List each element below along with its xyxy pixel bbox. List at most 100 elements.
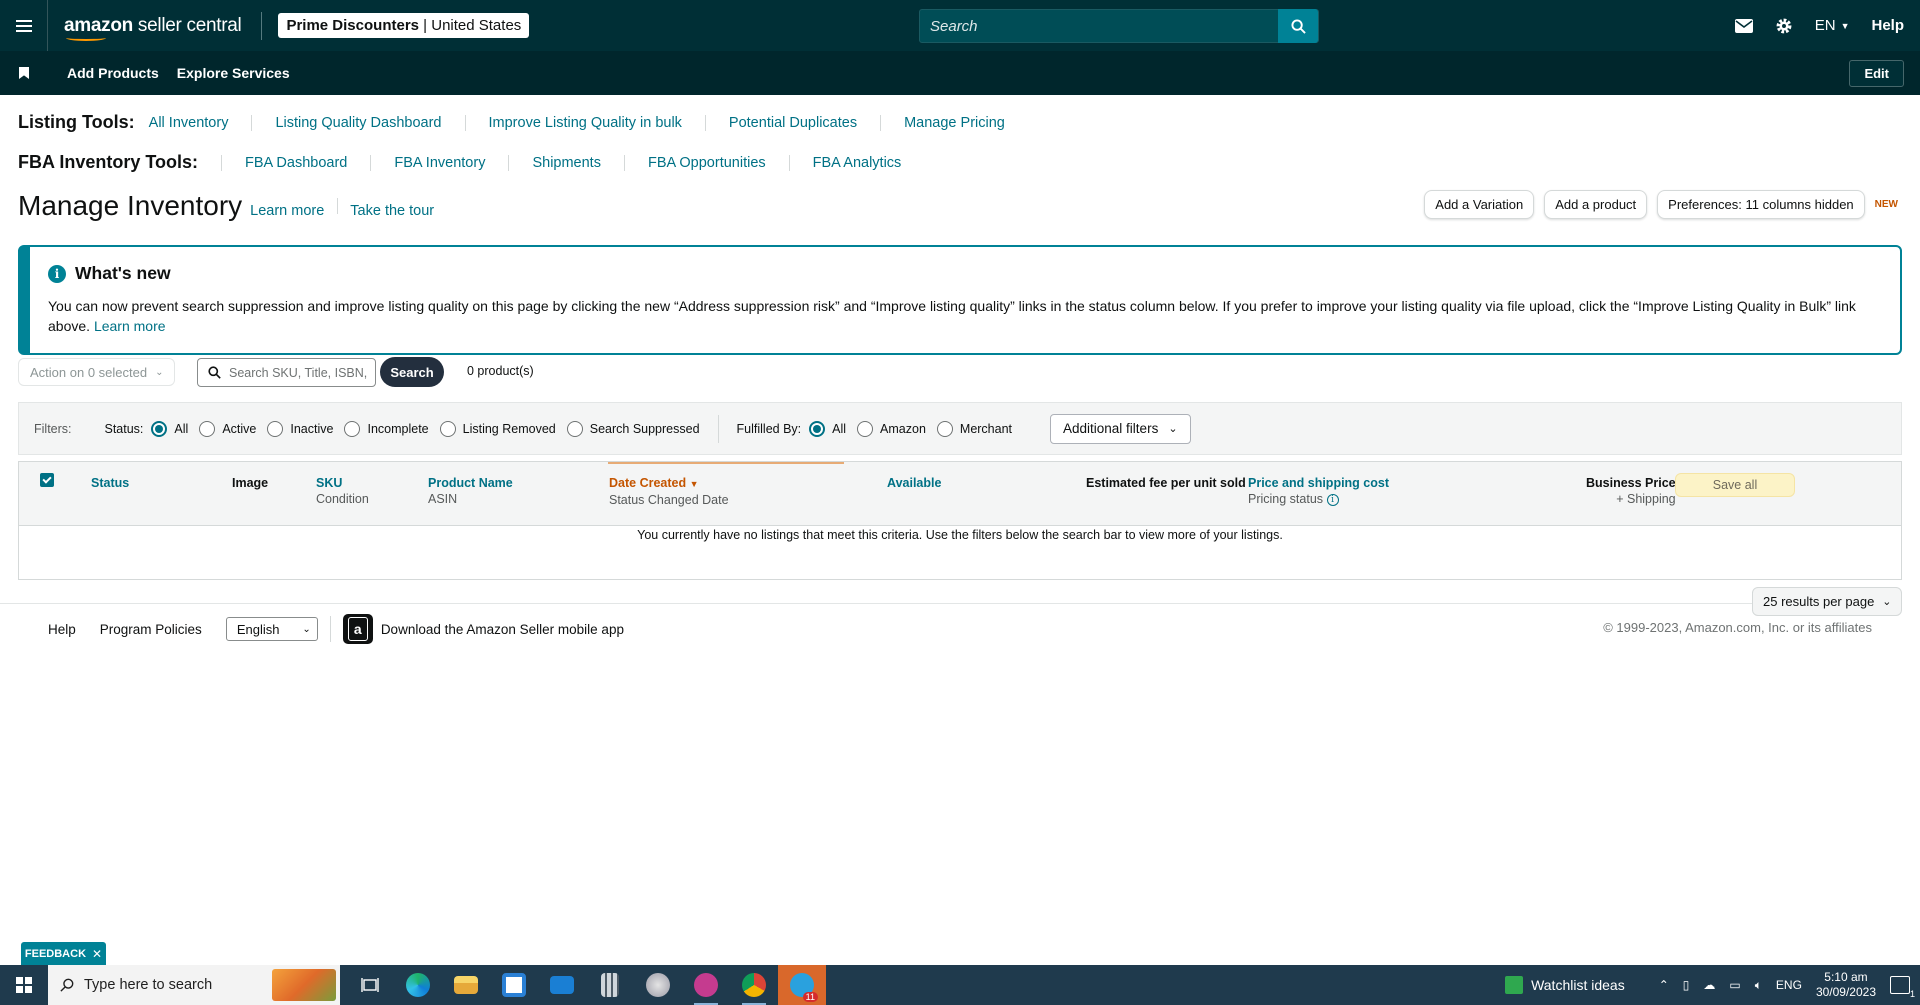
windows-start-button[interactable] [0, 965, 48, 1005]
add-product-button[interactable]: Add a product [1544, 190, 1648, 219]
status-radio-all[interactable] [151, 420, 168, 437]
link-improve-listing-quality-bulk[interactable]: Improve Listing Quality in bulk [464, 114, 705, 131]
bulk-action-select[interactable]: Action on 0 selected ⌄ [18, 358, 175, 386]
mail-app-icon[interactable] [538, 965, 586, 1005]
listing-tools-row: Listing Tools: All Inventory Listing Qua… [18, 112, 1028, 133]
status-radio-search-suppressed[interactable] [566, 420, 583, 437]
col-status[interactable]: Status [91, 475, 129, 491]
page-title: Manage Inventory [18, 190, 243, 221]
download-app-link[interactable]: Download the Amazon Seller mobile app [381, 622, 624, 637]
chevron-down-icon: ⌄ [155, 366, 164, 378]
link-shipments[interactable]: Shipments [508, 154, 624, 171]
task-view-icon[interactable] [346, 965, 394, 1005]
filters-bar: Filters: Status: All Active Inactive Inc… [18, 402, 1902, 455]
col-estimated-fee: Estimated fee per unit sold [1086, 476, 1246, 490]
calculator-icon[interactable] [586, 965, 634, 1005]
footer-help-link[interactable]: Help [48, 622, 76, 637]
take-tour-link[interactable]: Take the tour [350, 203, 434, 219]
fba-tools-row: FBA Inventory Tools: FBA Dashboard FBA I… [18, 152, 924, 173]
link-all-inventory[interactable]: All Inventory [149, 115, 252, 131]
status-radio-listing-removed[interactable] [439, 420, 456, 437]
edit-nav-button[interactable]: Edit [1849, 60, 1904, 87]
inventory-search-button[interactable]: Search [380, 357, 444, 387]
whats-new-learn-more[interactable]: Learn more [94, 318, 166, 334]
language-selector[interactable]: EN ▼ [1815, 17, 1850, 34]
nav-add-products[interactable]: Add Products [67, 65, 159, 81]
select-all-checkbox[interactable] [40, 473, 54, 487]
chevron-down-icon: ⌄ [302, 623, 311, 635]
bookmark-icon[interactable] [19, 67, 29, 79]
table-header: Status Image SKU Condition Product Name AS… [19, 462, 1901, 526]
save-all-button[interactable]: Save all [1675, 473, 1795, 497]
link-potential-duplicates[interactable]: Potential Duplicates [704, 114, 880, 131]
clock[interactable]: 5:10 am 30/09/2023 [1816, 970, 1876, 1000]
col-available[interactable]: Available [887, 475, 941, 491]
gear-icon[interactable] [1775, 17, 1793, 35]
wps-office-icon[interactable] [682, 965, 730, 1005]
windows-logo-icon [16, 977, 32, 993]
fulfilled-radio-all[interactable] [809, 420, 826, 437]
network-icon[interactable]: ▭ [1729, 978, 1740, 992]
file-explorer-icon[interactable] [442, 965, 490, 1005]
footer-language-select[interactable]: English ⌄ [225, 617, 318, 641]
nav-explore-services[interactable]: Explore Services [177, 65, 290, 81]
add-variation-button[interactable]: Add a Variation [1424, 190, 1535, 219]
header-buttons: Add a Variation Add a product Preference… [1424, 190, 1898, 219]
chevron-up-icon[interactable]: ⌃ [1659, 978, 1669, 992]
preferences-button[interactable]: Preferences: 11 columns hidden [1657, 190, 1865, 219]
filters-label: Filters: [34, 421, 72, 436]
search-highlight-image [272, 969, 336, 1001]
global-search-button[interactable] [1278, 9, 1318, 43]
fulfilled-radio-amazon[interactable] [857, 420, 874, 437]
sub-nav: Add Products Explore Services Edit [0, 51, 1920, 95]
menu-icon[interactable] [0, 0, 48, 51]
link-fba-opportunities[interactable]: FBA Opportunities [623, 154, 789, 171]
edge-browser-icon[interactable] [394, 965, 442, 1005]
status-radio-incomplete[interactable] [344, 420, 361, 437]
account-switcher[interactable]: Prime Discounters | United States [278, 13, 530, 38]
seller-central-logo[interactable]: amazon seller central [64, 15, 242, 41]
help-link[interactable]: Help [1871, 17, 1904, 34]
additional-filters-button[interactable]: Additional filters ⌄ [1050, 413, 1191, 444]
learn-more-link[interactable]: Learn more [250, 203, 324, 219]
col-sku[interactable]: SKU Condition [316, 475, 369, 507]
device-icon[interactable]: ▯ [1683, 978, 1690, 992]
chevron-down-icon: ▼ [1840, 20, 1850, 31]
close-icon[interactable]: ✕ [92, 947, 102, 961]
col-product-name[interactable]: Product Name ASIN [428, 475, 513, 507]
results-per-page-select[interactable]: 25 results per page ⌄ [1752, 587, 1902, 616]
seller-app-icon[interactable]: a [342, 614, 373, 644]
status-radio-active[interactable] [199, 420, 216, 437]
info-icon[interactable]: i [1326, 493, 1339, 506]
link-fba-inventory[interactable]: FBA Inventory [370, 154, 508, 171]
link-listing-quality-dashboard[interactable]: Listing Quality Dashboard [251, 114, 464, 131]
page-header: Manage Inventory Learn more Take the tou… [18, 190, 434, 222]
cloud-icon[interactable]: ☁ [1703, 978, 1715, 992]
sku-search [197, 358, 376, 387]
notification-icon[interactable]: 1 [1890, 976, 1915, 999]
sku-search-input[interactable] [229, 365, 374, 380]
footer-policies-link[interactable]: Program Policies [100, 622, 202, 637]
col-price-shipping[interactable]: Price and shipping cost Pricing status i [1248, 475, 1389, 507]
chrome-browser-icon[interactable] [730, 965, 778, 1005]
microsoft-store-icon[interactable] [490, 965, 538, 1005]
link-fba-dashboard[interactable]: FBA Dashboard [221, 154, 370, 171]
link-manage-pricing[interactable]: Manage Pricing [880, 114, 1028, 131]
input-language[interactable]: ENG [1776, 978, 1802, 992]
listing-tools-label: Listing Tools: [18, 112, 135, 132]
mail-icon[interactable] [1734, 18, 1753, 33]
telegram-icon[interactable]: 11 [778, 965, 826, 1005]
app-icon[interactable] [634, 965, 682, 1005]
whats-new-alert: i What's new You can now prevent search s… [18, 245, 1902, 355]
search-icon [60, 978, 74, 992]
taskbar-search[interactable]: Type here to search [48, 965, 340, 1005]
link-fba-analytics[interactable]: FBA Analytics [788, 154, 925, 171]
fulfilled-radio-merchant[interactable] [936, 420, 953, 437]
sort-desc-icon: ▼ [689, 479, 699, 489]
global-search-input[interactable] [920, 10, 1278, 42]
feedback-tab[interactable]: FEEDBACK ✕ [21, 942, 106, 965]
volume-icon[interactable]: 🔈︎ [1755, 978, 1762, 993]
col-date-created[interactable]: Date Created ▼ Status Changed Date [609, 475, 729, 508]
status-radio-inactive[interactable] [267, 420, 284, 437]
watchlist-widget[interactable]: Watchlist ideas [1505, 976, 1625, 994]
